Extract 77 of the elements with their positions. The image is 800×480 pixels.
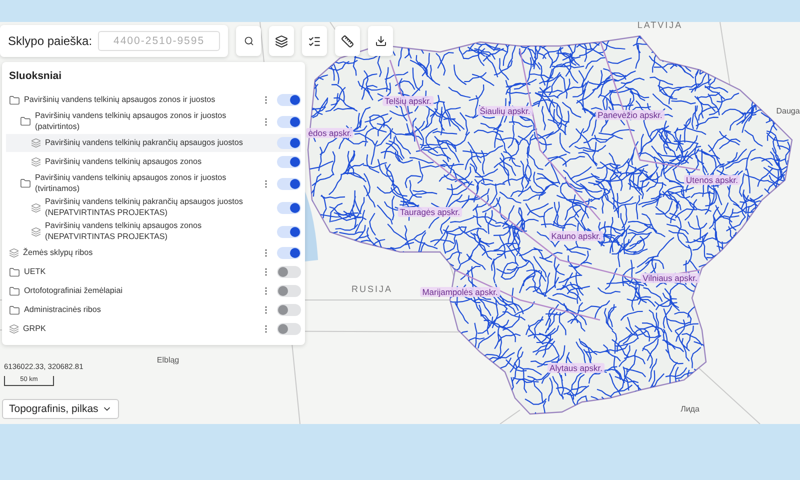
layer-label: Ortofotografiniai žemėlapiai xyxy=(24,286,124,296)
search-field[interactable]: 4400-2510-9595 xyxy=(98,31,220,51)
layer-toggle[interactable] xyxy=(277,304,301,316)
layers-icon xyxy=(31,226,41,236)
country-label: RUSIJA xyxy=(352,284,392,294)
layer-toggle[interactable] xyxy=(277,178,301,190)
layer-row[interactable]: Paviršinių vandens telkinių pakrančių apsaugos juostos xyxy=(6,134,301,152)
folder-icon xyxy=(9,94,20,106)
layer-row[interactable]: Paviršinių vandens telkinių apsaugos zonos ir juostos (patvirtintos) xyxy=(6,110,301,133)
layer-row[interactable]: Ortofotografiniai žemėlapiai xyxy=(6,282,301,300)
layers-icon xyxy=(31,157,41,167)
search-label: Sklypo paieška: xyxy=(8,34,92,48)
layer-label: Paviršinių vandens telkinių apsaugos zonos ir juostos (patvirtintos) xyxy=(35,111,228,132)
layers-icon xyxy=(9,324,19,334)
layer-row[interactable]: Paviršinių vandens telkinių apsaugos zonos ir juostos xyxy=(6,91,301,109)
layer-label: Paviršinių vandens telkinių apsaugos zonos (NEPATVIRTINTAS PROJEKTAS) xyxy=(45,221,203,242)
city-label: Лида xyxy=(680,404,700,414)
folder-icon xyxy=(20,116,31,127)
layer-row[interactable]: Paviršinių vandens telkinių apsaugos zonos xyxy=(6,153,301,171)
search-icon xyxy=(244,36,254,46)
layer-row[interactable]: GRPK xyxy=(6,320,301,338)
layer-label: Paviršinių vandens telkinių apsaugos zonos ir juostos xyxy=(24,94,216,106)
basemap-select[interactable]: Topografinis, pilkas xyxy=(2,399,120,419)
layers-button[interactable] xyxy=(269,26,294,56)
county-label: Utenos apskr. xyxy=(684,175,740,185)
layers-icon xyxy=(9,248,19,258)
layer-row[interactable]: UETK xyxy=(6,263,301,281)
layer-row[interactable]: Paviršinių vandens telkinių apsaugos zonos ir juostos (tvirtinamos) xyxy=(6,172,301,195)
county-label: Šiaulių apskr. xyxy=(478,106,532,116)
county-label: Panevėžio apskr. xyxy=(596,110,664,120)
layer-label: Paviršinių vandens telkinių apsaugos zonos xyxy=(45,156,203,168)
layer-row[interactable]: Administracinės ribos xyxy=(6,301,301,319)
ruler-icon xyxy=(341,34,354,48)
layer-toggle[interactable] xyxy=(277,226,301,238)
layer-label: UETK xyxy=(24,266,47,278)
layer-label: Paviršinių vandens telkinių apsaugos zonos ir juostos (tvirtinamos) xyxy=(35,173,228,194)
search-button[interactable] xyxy=(236,26,262,56)
folder-icon xyxy=(20,178,31,189)
layers-icon xyxy=(275,34,288,48)
layer-toggle[interactable] xyxy=(277,116,301,128)
layer-label: GRPK xyxy=(23,324,47,334)
county-label: Marijampolės apskr. xyxy=(420,287,500,297)
folder-icon xyxy=(9,304,20,316)
county-label: Vilniaus apskr. xyxy=(640,273,700,283)
layer-row[interactable]: Paviršinių vandens telkinių apsaugos zonos (NEPATVIRTINTAS PROJEKTAS) xyxy=(6,220,301,243)
layer-toggle[interactable] xyxy=(277,285,301,297)
city-label: Elbląg xyxy=(156,356,180,364)
layer-toggle[interactable] xyxy=(277,94,301,106)
county-label: Kauno apskr. xyxy=(549,231,603,241)
layer-toggle[interactable] xyxy=(277,266,301,278)
layer-toggle[interactable] xyxy=(277,202,301,214)
county-label: Alytaus apskr. xyxy=(548,363,604,373)
county-label: Tauragės apskr. xyxy=(398,207,462,217)
city-label: Dauga xyxy=(776,106,800,116)
ruler-button[interactable] xyxy=(335,26,360,56)
layer-row[interactable]: Žemės sklypų ribos xyxy=(6,244,301,262)
layer-label: Žemės sklypų ribos xyxy=(23,248,94,258)
country-label: LATVIJA xyxy=(637,20,683,30)
download-button[interactable] xyxy=(368,26,394,56)
county-label: Telšių apskr. xyxy=(382,96,434,106)
folder-icon xyxy=(9,266,20,278)
panel-title: Sluoksniai xyxy=(9,70,63,82)
layer-toggle[interactable] xyxy=(277,247,301,259)
layer-toggle[interactable] xyxy=(277,156,301,168)
county-label: ėdos apskr. xyxy=(306,128,354,138)
layers-icon xyxy=(31,202,41,212)
layer-toggle[interactable] xyxy=(277,323,301,335)
layer-row[interactable]: Paviršinių vandens telkinių pakrančių apsaugos juostos (NEPATVIRTINTAS PROJEKTAS) xyxy=(6,196,301,219)
layer-toggle[interactable] xyxy=(277,137,301,149)
layer-label: Administracinės ribos xyxy=(24,304,102,316)
layer-label: Paviršinių vandens telkinių pakrančių apsaugos juostos (NEPATVIRTINTAS PROJEKTAS) xyxy=(45,197,244,218)
layers-icon xyxy=(31,138,41,148)
checklist-icon xyxy=(308,34,322,48)
folder-icon xyxy=(9,286,20,296)
layer-label: Paviršinių vandens telkinių pakrančių apsaugos juostos xyxy=(45,138,244,148)
list-button[interactable] xyxy=(302,26,328,56)
download-icon xyxy=(374,35,387,47)
